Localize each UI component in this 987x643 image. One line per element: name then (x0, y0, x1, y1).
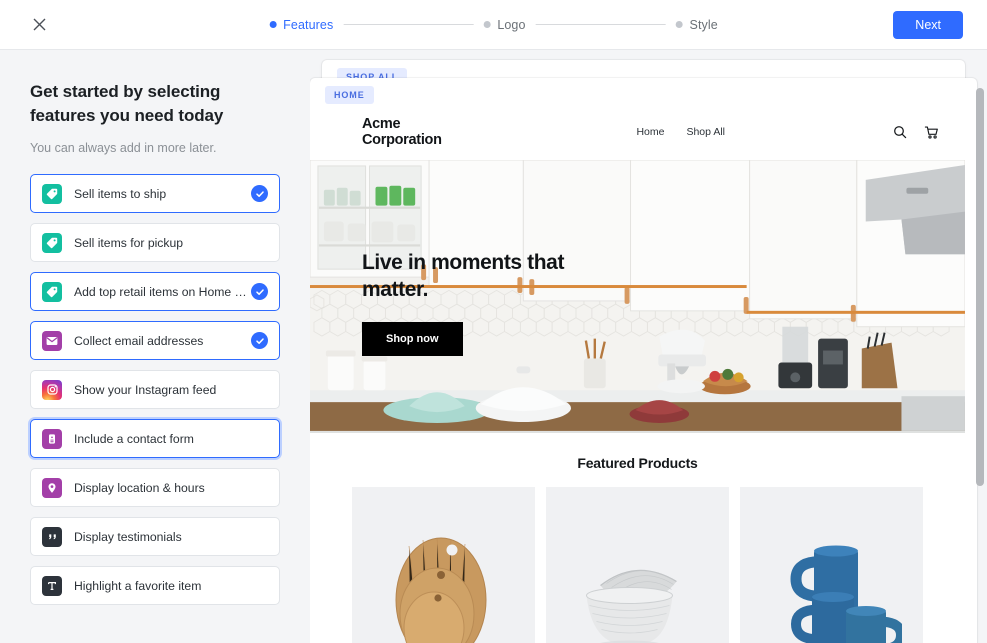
top-bar: Features Logo Style Next (0, 0, 987, 50)
step-style[interactable]: Style (675, 17, 718, 32)
feature-option-display-testimonials[interactable]: Display testimonials (30, 517, 280, 557)
feature-label: Sell items to ship (74, 186, 167, 201)
feature-option-sell-items-to-ship[interactable]: Sell items to ship (30, 174, 280, 214)
progress-stepper: Features Logo Style (269, 18, 718, 32)
preview-scrollbar-thumb[interactable] (976, 88, 984, 486)
feature-label: Highlight a favorite item (74, 578, 202, 593)
product-card-cutting-boards[interactable] (352, 487, 535, 643)
feature-label: Collect email addresses (74, 333, 204, 348)
sidebar-title: Get started by selecting features you ne… (30, 82, 224, 126)
site-builder-window: Features Logo Style Next Get started by … (0, 0, 987, 643)
sidebar-subtitle: You can always add in more later. (30, 141, 217, 156)
close-button[interactable] (24, 10, 54, 40)
feature-option-include-contact-form[interactable]: Include a contact form (30, 419, 280, 459)
tag-icon (42, 232, 62, 253)
feature-option-sell-items-for-pickup[interactable]: Sell items for pickup (30, 223, 280, 263)
step-dot-logo (483, 21, 491, 28)
features-sidebar: Get started by selecting features you ne… (0, 50, 310, 643)
shop-now-button[interactable]: Shop now (362, 321, 463, 356)
step-features[interactable]: Features (269, 18, 333, 32)
site-header-icons (893, 125, 939, 140)
cutting-boards-image (395, 537, 486, 643)
step-dot-features (269, 21, 277, 28)
product-card-stacked-bowls[interactable] (546, 487, 729, 643)
feature-option-show-instagram-feed[interactable]: Show your Instagram feed (30, 370, 280, 410)
feature-label: Display location & hours (74, 480, 205, 495)
product-card-blue-mugs[interactable] (740, 487, 923, 643)
feature-label: Display testimonials (74, 529, 182, 544)
featured-products-section: Featured Products (310, 433, 965, 643)
feature-label: Show your Instagram feed (74, 382, 217, 397)
search-icon[interactable] (893, 125, 907, 139)
check-icon[interactable] (251, 332, 268, 350)
check-icon[interactable] (251, 283, 268, 301)
feature-list: Sell items to ship Sell items for pickup (30, 174, 280, 606)
feature-label: Sell items for pickup (74, 235, 184, 250)
envelope-icon (42, 330, 62, 351)
site-preview-pane: SHOP ALL HOME Acme Corporation Home Shop… (310, 50, 987, 643)
site-nav-links: Home Shop All (636, 126, 725, 138)
hero-copy: Live in moments that matter. Shop now (362, 250, 577, 356)
next-button[interactable]: Next (893, 10, 963, 39)
page-badge-home: HOME (325, 86, 374, 104)
hero-section: Live in moments that matter. Shop now (310, 160, 965, 433)
site-nav-link-home[interactable]: Home (636, 126, 664, 138)
text-t-icon (42, 575, 62, 596)
feature-option-highlight-favorite-item[interactable]: Highlight a favorite item (30, 566, 280, 606)
step-connector-2 (535, 24, 666, 25)
preview-scrollbar-track[interactable] (976, 88, 984, 635)
blue-mugs-image (789, 545, 902, 643)
site-nav-link-shop-all[interactable]: Shop All (686, 126, 725, 138)
check-icon[interactable] (251, 185, 268, 203)
feature-label: Include a contact form (74, 431, 194, 446)
product-grid (352, 487, 923, 643)
contact-form-icon (42, 428, 62, 449)
site-header: Acme Corporation Home Shop All (310, 104, 965, 160)
feature-option-display-location-hours[interactable]: Display location & hours (30, 468, 280, 508)
hero-headline: Live in moments that matter. (362, 251, 565, 301)
quote-icon (42, 526, 62, 547)
body-row: Get started by selecting features you ne… (0, 50, 987, 643)
step-dot-style (675, 21, 683, 28)
map-pin-icon (42, 477, 62, 498)
instagram-icon (42, 379, 62, 400)
step-label-logo: Logo (497, 17, 526, 32)
step-label-features: Features (283, 17, 334, 32)
step-label-style: Style (689, 17, 718, 32)
preview-page-card-home[interactable]: HOME Acme Corporation Home Shop All Live… (310, 78, 977, 643)
feature-option-collect-email-addresses[interactable]: Collect email addresses (30, 321, 280, 361)
step-logo[interactable]: Logo (483, 18, 525, 32)
site-canvas: Acme Corporation Home Shop All Live in m… (310, 104, 965, 643)
step-connector-1 (343, 24, 474, 25)
cart-icon[interactable] (924, 125, 939, 140)
site-brand: Acme Corporation (362, 115, 442, 148)
feature-label: Add top retail items on Home page (74, 284, 251, 299)
close-icon (33, 18, 45, 31)
stacked-bowls-image (585, 569, 677, 643)
feature-option-add-top-retail-items[interactable]: Add top retail items on Home page (30, 272, 280, 312)
tag-icon (42, 183, 62, 204)
featured-heading: Featured Products (577, 455, 698, 471)
tag-icon (42, 281, 62, 302)
